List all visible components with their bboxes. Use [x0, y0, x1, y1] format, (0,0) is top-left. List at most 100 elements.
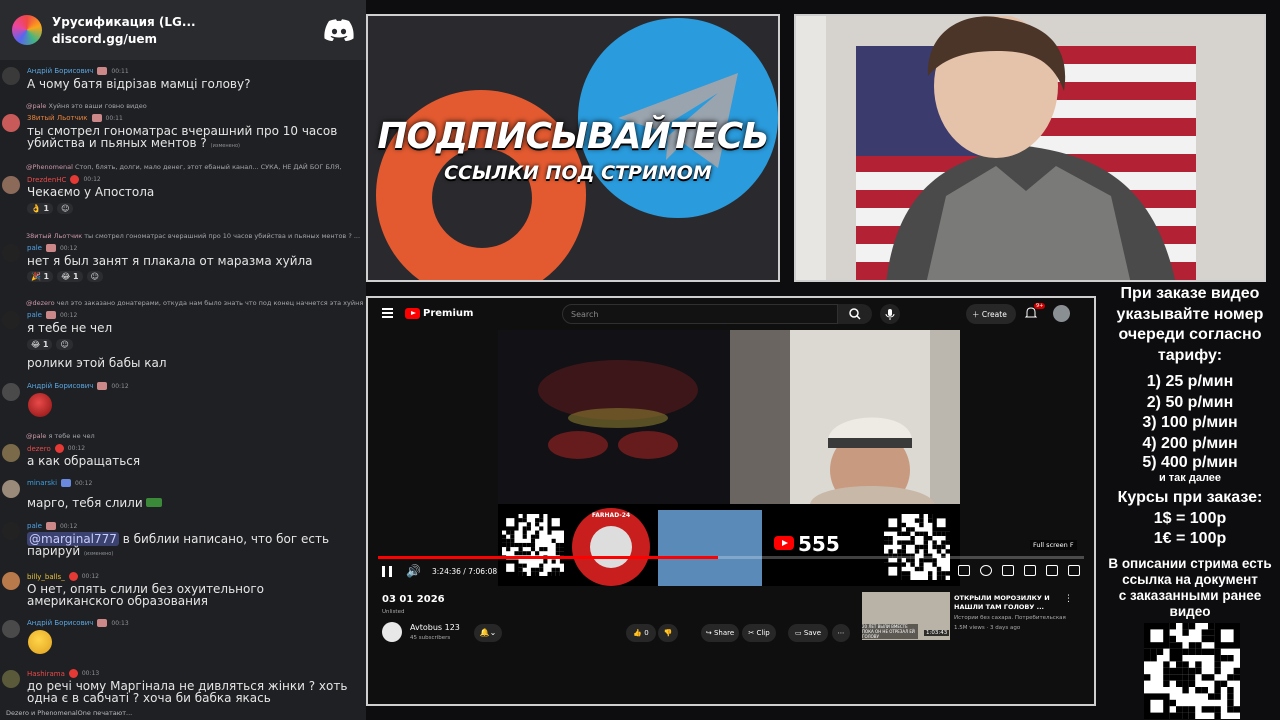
username[interactable]: DrezdenHC — [27, 176, 66, 184]
add-reaction-icon[interactable]: ☺ — [86, 271, 103, 282]
avatar[interactable] — [2, 176, 20, 194]
related-video-title[interactable]: ОТКРЫЛИ МОРОЗИЛКУ И НАШЛИ ТАМ ГОЛОВУ ... — [954, 594, 1064, 612]
cast-icon[interactable] — [1024, 565, 1036, 576]
badge-text: FARHAD-24 — [591, 512, 631, 519]
reaction-pill[interactable]: 👌 1 — [27, 203, 54, 214]
voice-search-button[interactable] — [880, 304, 900, 324]
avatar[interactable] — [2, 444, 20, 462]
role-badge-icon — [68, 572, 78, 581]
search-button[interactable] — [838, 304, 872, 324]
username[interactable]: pale — [27, 522, 42, 530]
description-line: В описании стрима есть — [1108, 555, 1272, 571]
settings-icon[interactable] — [980, 565, 992, 576]
fullscreen-icon[interactable] — [1068, 565, 1080, 576]
video-details: 03 01 2026 Unlisted Avtobus 123 45 subsc… — [368, 590, 1094, 704]
youtube-logo-icon[interactable] — [405, 308, 420, 319]
clip-label: Clip — [756, 629, 770, 637]
webcam-feed — [794, 14, 1266, 282]
youtube-premium-label[interactable]: Premium — [423, 308, 473, 319]
username[interactable]: 38итый Льотчик — [27, 114, 88, 122]
avatar[interactable] — [2, 114, 20, 132]
share-button[interactable]: ↪ Share — [701, 624, 739, 642]
username[interactable]: billy_balls_ — [27, 573, 65, 581]
server-invite-link[interactable]: discord.gg/uem — [52, 32, 314, 46]
course-eur: 1€ = 100р — [1153, 530, 1227, 547]
avatar[interactable] — [2, 620, 20, 638]
add-reaction-icon[interactable]: ☺ — [56, 339, 73, 350]
miniplayer-icon[interactable] — [1002, 565, 1014, 576]
channel-name[interactable]: Avtobus 123 — [410, 623, 460, 632]
avatar[interactable] — [2, 67, 20, 85]
username[interactable]: pale — [27, 244, 42, 252]
subtitles-icon[interactable] — [958, 565, 970, 576]
avatar[interactable] — [2, 522, 20, 540]
create-button[interactable]: ＋ Create — [966, 304, 1016, 324]
blurred-video-image — [498, 330, 730, 504]
menu-icon[interactable] — [382, 308, 393, 318]
player-controls: 🔊 3:24:36 / 7:06:08 — [372, 562, 1090, 584]
related-video-channel[interactable]: Истории без сахара. Потребительская... — [954, 615, 1066, 621]
tariff-etc: и так далее — [1158, 472, 1222, 484]
username[interactable]: pale — [27, 311, 42, 319]
subscription-bell-button[interactable]: 🔔⌄ — [474, 624, 502, 642]
more-actions-button[interactable]: ⋯ — [832, 624, 850, 642]
username[interactable]: Андрій Борисович — [27, 382, 93, 390]
related-more-icon[interactable]: ⋮ — [1064, 594, 1073, 604]
reaction-pill[interactable]: 😂 1 — [57, 271, 83, 282]
description-line: с заказанными ранее — [1118, 587, 1262, 603]
save-button[interactable]: ▭ Save — [788, 624, 828, 642]
video-player[interactable]: FARHAD-24 555 Full screen F 🔊 3:24:36 / … — [372, 330, 1090, 586]
reply-user: @dezero — [26, 299, 55, 307]
guest-webcam-image — [730, 330, 960, 504]
pause-icon[interactable] — [382, 566, 392, 577]
add-reaction-icon[interactable]: ☺ — [57, 203, 74, 214]
info-line: тарифу: — [1157, 346, 1223, 364]
avatar[interactable] — [2, 670, 20, 688]
reactions[interactable]: 🎉 1 😂 1 ☺ — [27, 271, 103, 282]
role-badge-icon — [97, 67, 108, 75]
related-video-views: 1.5M views · 3 days ago — [954, 625, 1021, 631]
message-meta: Андрій Борисович 00:11 — [27, 67, 129, 75]
avatar[interactable] — [2, 383, 20, 401]
username[interactable]: Андрій Борисович — [27, 619, 93, 627]
username[interactable]: Hashirama — [27, 670, 65, 678]
plus-icon: ＋ — [972, 310, 980, 319]
reactions[interactable]: 👌 1 ☺ — [27, 203, 74, 214]
reply-preview[interactable]: @pale я тебе не чел — [26, 432, 366, 440]
username[interactable]: minarski — [27, 479, 57, 487]
reaction-pill[interactable]: 🎉 1 — [27, 271, 54, 282]
like-button[interactable]: 👍 0 — [626, 624, 656, 642]
description-line: ссылка на документ — [1122, 571, 1258, 587]
reply-text: Стоп, блять, долги, мало денег, этот еба… — [74, 163, 342, 171]
message-text: а как обращаться — [27, 454, 141, 468]
username[interactable]: Андрій Борисович — [27, 67, 93, 75]
avatar[interactable] — [2, 572, 20, 590]
channel-avatar[interactable] — [382, 622, 402, 642]
avatar[interactable] — [2, 480, 20, 498]
clip-button[interactable]: ✂ Clip — [742, 624, 776, 642]
role-badge-icon — [97, 382, 108, 390]
username[interactable]: dezero — [27, 445, 51, 453]
reply-preview[interactable]: @dezero чел это заказано донатерами, отк… — [26, 299, 366, 307]
reaction-pill[interactable]: 😂 1 — [27, 339, 53, 350]
reactions[interactable]: 😂 1 ☺ — [27, 339, 73, 350]
order-info-panel: При заказе видео указывайте номер очеред… — [1100, 284, 1280, 620]
save-label: Save — [803, 629, 822, 637]
reply-preview[interactable]: @Phenomenal Стоп, блять, долги, мало ден… — [26, 163, 366, 171]
progress-bar[interactable] — [378, 556, 1084, 559]
promo-panel: ПОДПИСЫВАЙТЕСЬ ССЫЛКИ ПОД СТРИМОМ — [366, 14, 780, 282]
account-avatar[interactable] — [1053, 305, 1070, 322]
avatar[interactable] — [2, 244, 20, 262]
message-meta: minarski 00:12 — [27, 479, 92, 487]
search-input[interactable]: Search — [562, 304, 838, 324]
theater-icon[interactable] — [1046, 565, 1058, 576]
reply-preview[interactable]: @pale Хуйня это ваши говно видео — [26, 102, 366, 110]
discord-server-header[interactable]: Урусификация (LG... discord.gg/uem — [0, 0, 366, 60]
volume-icon[interactable]: 🔊 — [406, 564, 421, 578]
reply-preview[interactable]: 38итый Льотчик ты смотрел гономатрас вче… — [26, 232, 366, 240]
dislike-button[interactable]: 👎 — [658, 624, 678, 642]
avatar[interactable] — [2, 311, 20, 329]
create-label: Create — [981, 310, 1007, 319]
message-text: я тебе не чел — [27, 321, 113, 335]
timestamp: 00:12 — [67, 445, 86, 452]
